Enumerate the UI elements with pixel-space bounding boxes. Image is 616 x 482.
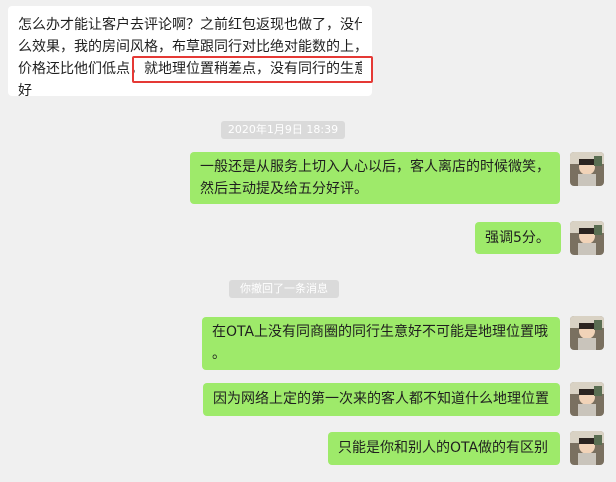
outgoing-message-text: 因为网络上定的第一次来的客人都不知道什么地理位置: [213, 391, 549, 407]
avatar-icon: [570, 431, 604, 465]
avatar[interactable]: [570, 316, 604, 350]
incoming-message-line: 好: [18, 83, 32, 99]
outgoing-message-bubble[interactable]: 在OTA上没有同商圈的同行生意好不可能是地理位置哦 。: [202, 317, 560, 370]
outgoing-message-bubble[interactable]: 一般还是从服务上切入人心以后，客人离店的时候微笑， 然后主动提及给五分好评。: [190, 152, 560, 204]
avatar-icon: [570, 221, 604, 255]
avatar[interactable]: [570, 152, 604, 186]
outgoing-message-text: 强调5分。: [485, 230, 550, 246]
outgoing-message-text: 只能是你和别人的OTA做的有区别: [338, 440, 549, 456]
avatar[interactable]: [570, 382, 604, 416]
outgoing-message-line: 一般还是从服务上切入人心以后，客人离店的时候微笑，: [200, 159, 550, 175]
outgoing-message-bubble[interactable]: 强调5分。: [475, 222, 561, 254]
outgoing-message-line: 。: [212, 346, 226, 362]
outgoing-message-bubble[interactable]: 因为网络上定的第一次来的客人都不知道什么地理位置: [203, 383, 560, 416]
outgoing-message-line: 在OTA上没有同商圈的同行生意好不可能是地理位置哦: [212, 324, 549, 340]
avatar-icon: [570, 382, 604, 416]
incoming-message-line: 怎么办才能让客户去评论啊？之前红包返现也做了，没什: [18, 17, 362, 33]
avatar-icon: [570, 152, 604, 186]
avatar-icon: [570, 316, 604, 350]
chat-timestamp: 2020年1月9日 18:39: [221, 121, 345, 139]
outgoing-message-bubble[interactable]: 只能是你和别人的OTA做的有区别: [328, 432, 560, 465]
avatar[interactable]: [570, 431, 604, 465]
highlight-annotation-box: [132, 56, 373, 83]
recall-notice: 你撤回了一条消息: [229, 280, 339, 298]
avatar[interactable]: [570, 221, 604, 255]
incoming-message-line: 么效果，我的房间风格，布草跟同行对比绝对能数的上，: [18, 39, 362, 55]
outgoing-message-line: 然后主动提及给五分好评。: [200, 181, 368, 197]
